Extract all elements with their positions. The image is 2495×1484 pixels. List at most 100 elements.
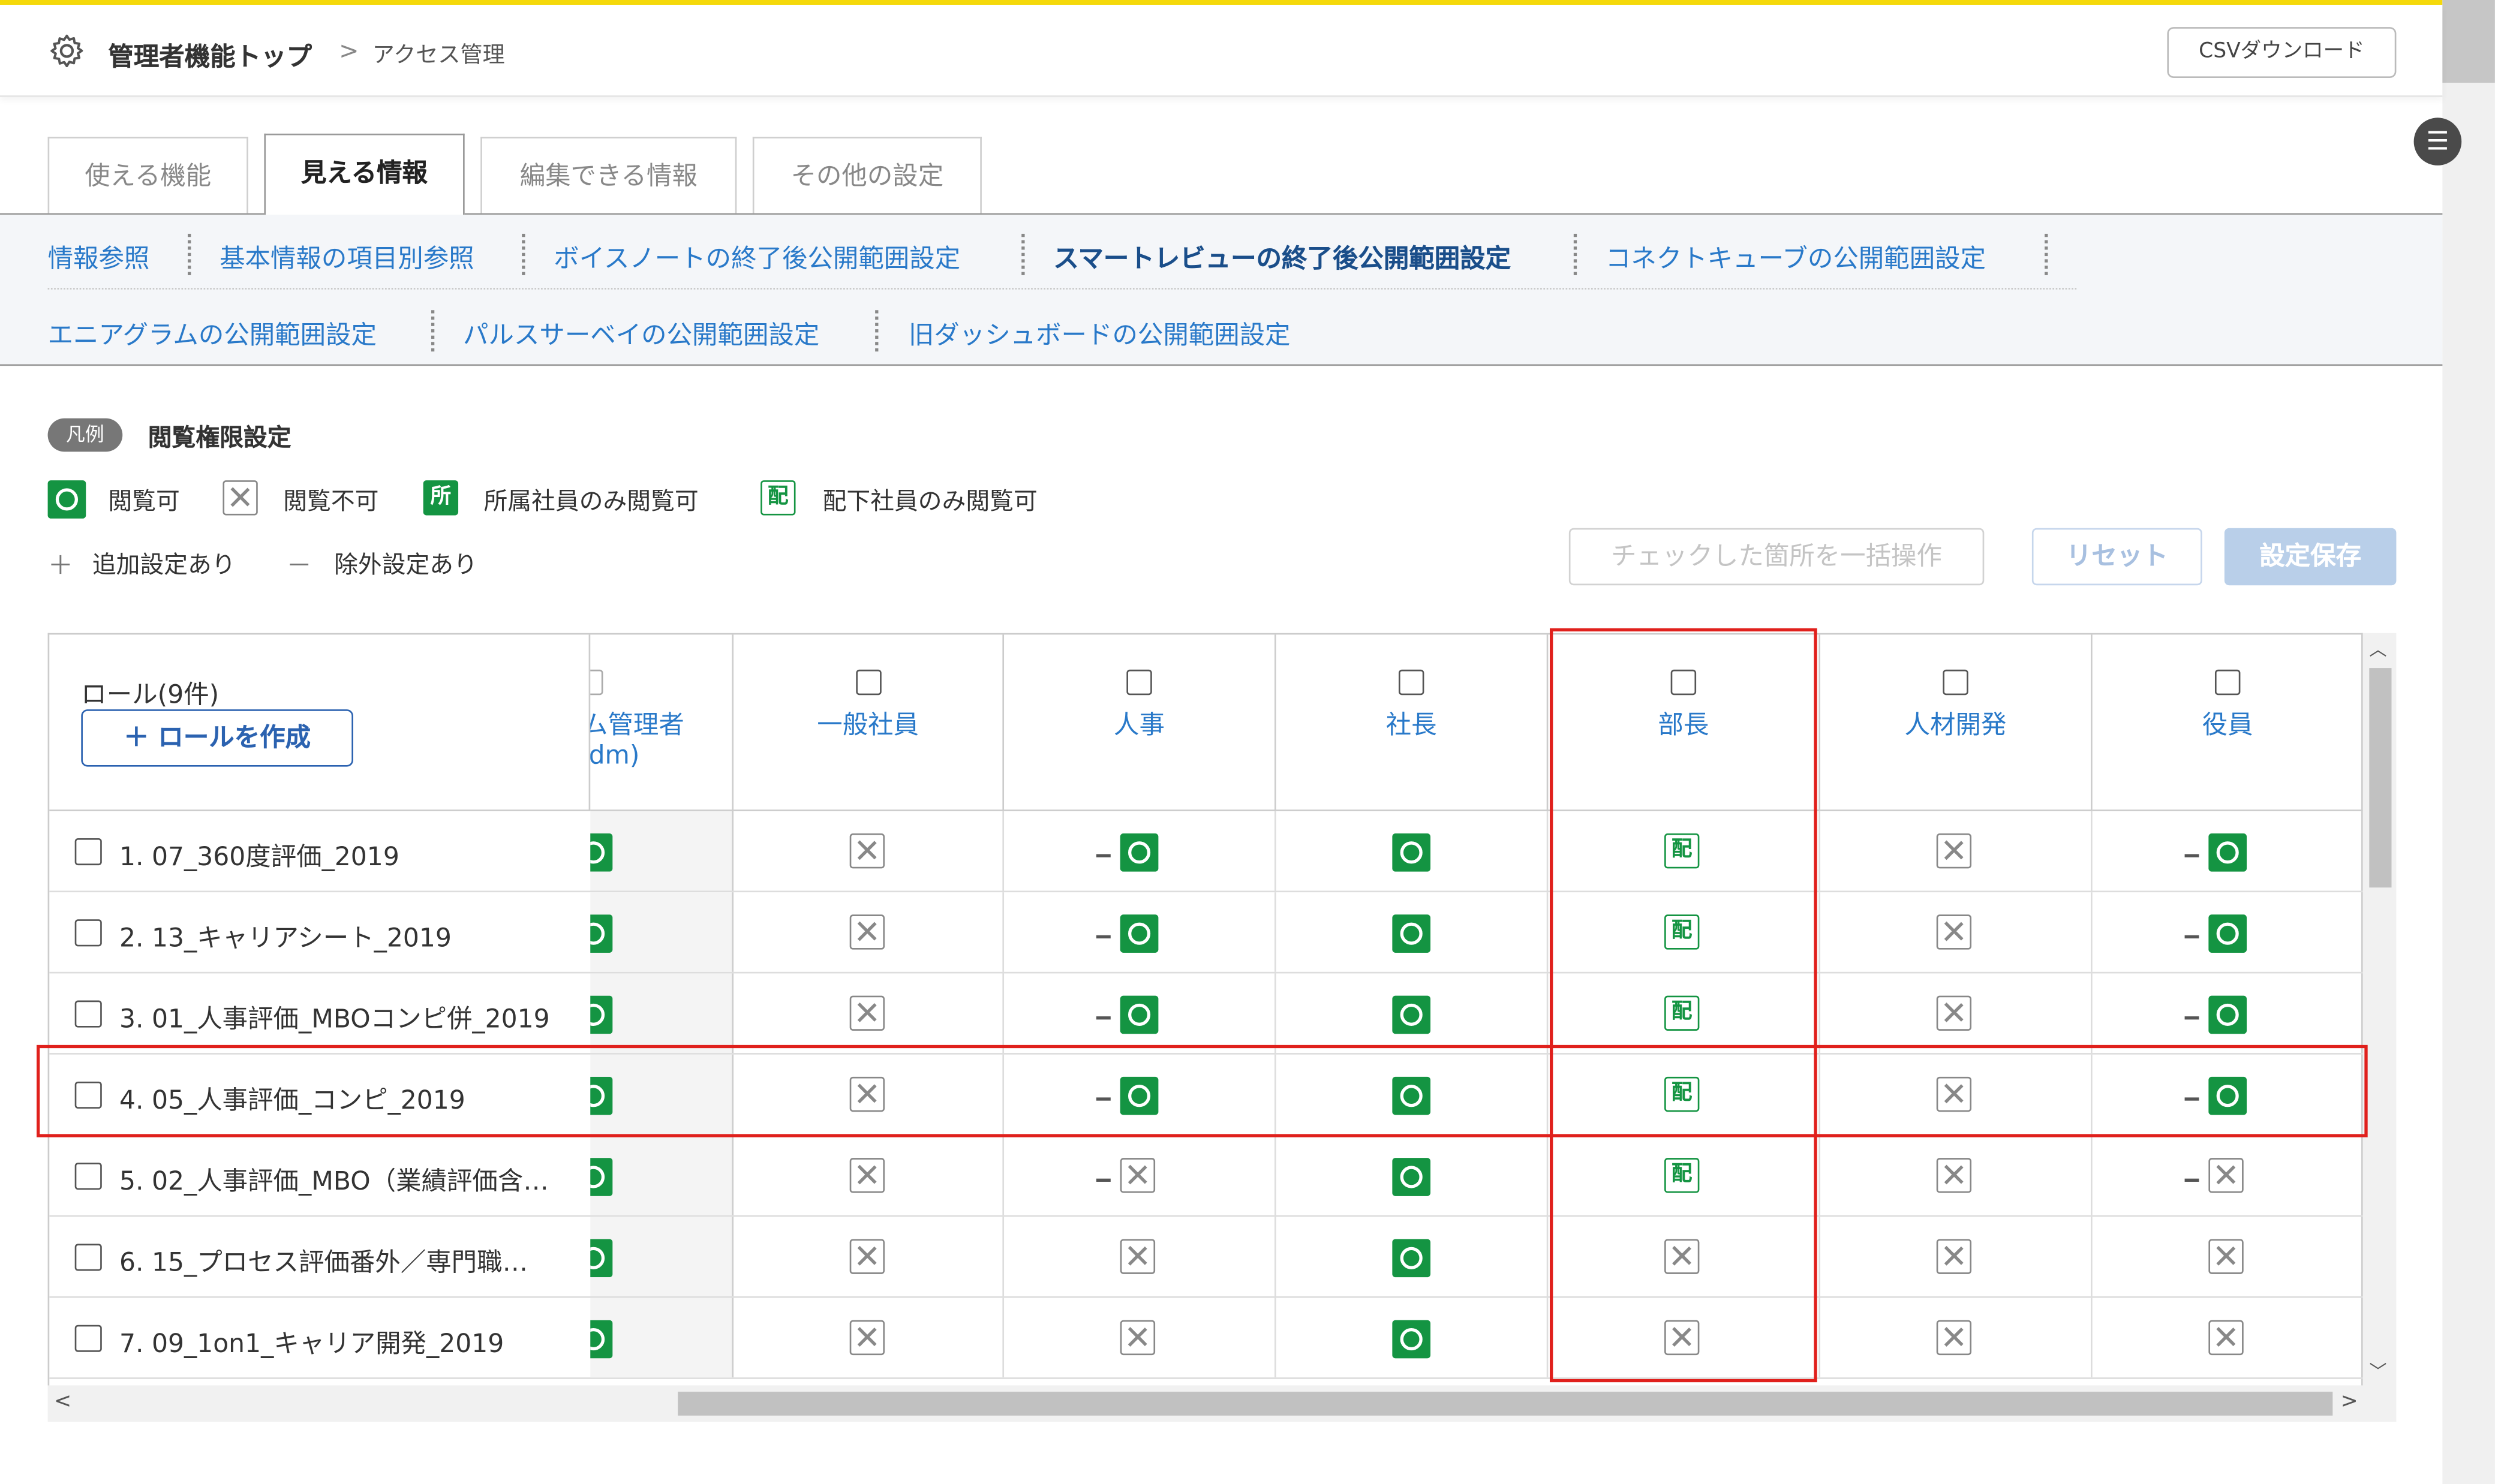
save-settings-button[interactable]: 設定保存 (2224, 528, 2397, 586)
tab-usable-features[interactable]: 使える機能 (47, 137, 248, 213)
scroll-up-icon[interactable]: ︿ (2369, 636, 2386, 661)
permission-cell[interactable] (734, 892, 1005, 972)
column-name[interactable]: 人材開発 (1820, 703, 2091, 741)
permission-cell[interactable] (1004, 811, 1276, 891)
row-checkbox[interactable] (74, 1000, 102, 1028)
permission-cell[interactable] (2093, 1217, 2365, 1296)
table-horizontal-scrollbar[interactable]: < > (47, 1385, 2397, 1422)
legend-label-view-denied: 閲覧不可 (283, 486, 379, 516)
permission-cell[interactable] (734, 1298, 1005, 1378)
permission-cell[interactable] (1276, 1136, 1549, 1215)
column-header[interactable]: 役員 (2092, 634, 2365, 811)
permission-cell[interactable] (2093, 1298, 2365, 1378)
scroll-down-icon[interactable]: ﹀ (2369, 1358, 2386, 1383)
horizontal-scroll-thumb[interactable] (678, 1392, 2333, 1416)
column-name[interactable]: 役員 (2093, 703, 2363, 741)
permission-cell[interactable] (2093, 1136, 2365, 1215)
column-header-system-admin[interactable]: ム管理者 dm) (590, 634, 734, 811)
permission-cell[interactable] (1820, 892, 2093, 972)
permission-cell[interactable] (734, 973, 1005, 1053)
table-vertical-scrollbar[interactable]: ︿ ﹀ (2362, 633, 2397, 1386)
column-header[interactable]: 人材開発 (1820, 634, 2093, 811)
csv-download-button[interactable]: CSVダウンロード (2167, 27, 2397, 78)
system-admin-cell[interactable] (590, 973, 734, 1053)
row-label[interactable]: 3. 01_人事評価_MBOコンピ併_2019 (119, 997, 584, 1036)
column-header[interactable]: 社長 (1276, 634, 1549, 811)
gear-icon[interactable] (48, 32, 86, 70)
subnav-separator (2045, 233, 2048, 275)
column-checkbox[interactable] (1943, 669, 1968, 696)
create-role-button[interactable]: ＋ ロールを作成 (81, 709, 353, 767)
scroll-left-icon[interactable]: < (54, 1390, 71, 1414)
permission-cell[interactable] (1276, 892, 1549, 972)
column-header[interactable]: 一般社員 (734, 634, 1005, 811)
system-admin-cell[interactable] (590, 1298, 734, 1378)
row-label[interactable]: 6. 15_プロセス評価番外／専門職… (119, 1241, 584, 1279)
row-label[interactable]: 2. 13_キャリアシート_2019 (119, 916, 584, 955)
subnav-basic-info-items[interactable]: 基本情報の項目別参照 (220, 237, 474, 275)
column-checkbox[interactable] (1126, 669, 1152, 696)
subnav-voicenote[interactable]: ボイスノートの終了後公開範囲設定 (554, 237, 960, 275)
tab-visible-info[interactable]: 見える情報 (264, 133, 465, 215)
subnav-pulse-survey[interactable]: パルスサーベイの公開範囲設定 (463, 314, 819, 352)
column-checkbox[interactable] (590, 669, 603, 696)
column-header[interactable]: 人事 (1004, 634, 1276, 811)
row-checkbox[interactable] (74, 1244, 102, 1271)
system-admin-cell[interactable] (590, 1217, 734, 1296)
column-name[interactable]: 人事 (1004, 703, 1274, 741)
subnav-old-dashboard[interactable]: 旧ダッシュボードの公開範囲設定 (909, 314, 1291, 352)
permission-cell[interactable] (1004, 1217, 1276, 1296)
system-admin-cell[interactable] (590, 1136, 734, 1215)
permission-cell[interactable] (734, 1136, 1005, 1215)
subnav-smartreview[interactable]: スマートレビューの終了後公開範囲設定 (1053, 237, 1511, 275)
row-checkbox[interactable] (74, 919, 102, 947)
vertical-scroll-thumb[interactable] (2369, 668, 2392, 888)
column-checkbox[interactable] (2214, 669, 2241, 696)
row-label[interactable]: 5. 02_人事評価_MBO（業績評価含… (119, 1160, 584, 1198)
row-checkbox[interactable] (74, 1163, 102, 1190)
column-name[interactable]: 一般社員 (734, 703, 1002, 741)
permission-cell[interactable] (1276, 1298, 1549, 1378)
view-allowed-icon (1392, 914, 1431, 953)
page-scrollbar[interactable] (2442, 0, 2495, 1484)
column-name[interactable]: 社長 (1276, 703, 1547, 741)
permission-cell[interactable] (1004, 1298, 1276, 1378)
reset-button[interactable]: リセット (2031, 528, 2202, 586)
subnav-enneagram[interactable]: エニアグラムの公開範囲設定 (48, 314, 377, 352)
subnav-info-reference[interactable]: 情報参照 (48, 237, 150, 275)
row-label[interactable]: 1. 07_360度評価_2019 (119, 835, 584, 874)
breadcrumb-admin-top[interactable]: 管理者機能トップ (108, 35, 312, 73)
subnav-connectcube[interactable]: コネクトキューブの公開範囲設定 (1606, 237, 1986, 275)
row-checkbox[interactable] (74, 1325, 102, 1352)
minus-icon (1095, 1016, 1110, 1019)
page-scrollbar-thumb[interactable] (2442, 0, 2495, 83)
permission-cell[interactable] (1276, 973, 1549, 1053)
permission-cell[interactable] (1004, 973, 1276, 1053)
permission-cell[interactable] (2093, 892, 2365, 972)
permission-cell[interactable] (1004, 892, 1276, 972)
permission-cell[interactable] (2093, 811, 2365, 891)
permission-cell[interactable] (1276, 811, 1549, 891)
permission-cell[interactable] (1820, 1217, 2093, 1296)
row-label[interactable]: 7. 09_1on1_キャリア開発_2019 (119, 1322, 584, 1360)
tab-other-settings[interactable]: その他の設定 (752, 137, 982, 213)
hamburger-menu-icon[interactable]: ☰ (2413, 118, 2462, 165)
table-row: 2. 13_キャリアシート_2019 配 (49, 892, 2365, 974)
system-admin-cell[interactable] (590, 811, 734, 891)
permission-cell[interactable] (1820, 973, 2093, 1053)
permission-cell[interactable] (1820, 811, 2093, 891)
bulk-operation-button[interactable]: チェックした箇所を一括操作 (1568, 528, 1985, 586)
tab-editable-info[interactable]: 編集できる情報 (480, 137, 737, 213)
permission-cell[interactable] (1820, 1136, 2093, 1215)
column-checkbox[interactable] (855, 669, 881, 696)
system-admin-cell[interactable] (590, 892, 734, 972)
permission-cell[interactable] (1276, 1217, 1549, 1296)
permission-cell[interactable] (2093, 973, 2365, 1053)
permission-cell[interactable] (734, 811, 1005, 891)
permission-cell[interactable] (734, 1217, 1005, 1296)
permission-cell[interactable] (1004, 1136, 1276, 1215)
row-checkbox[interactable] (74, 838, 102, 866)
scroll-right-icon[interactable]: > (2341, 1390, 2358, 1414)
permission-cell[interactable] (1820, 1298, 2093, 1378)
column-checkbox[interactable] (1398, 669, 1424, 696)
